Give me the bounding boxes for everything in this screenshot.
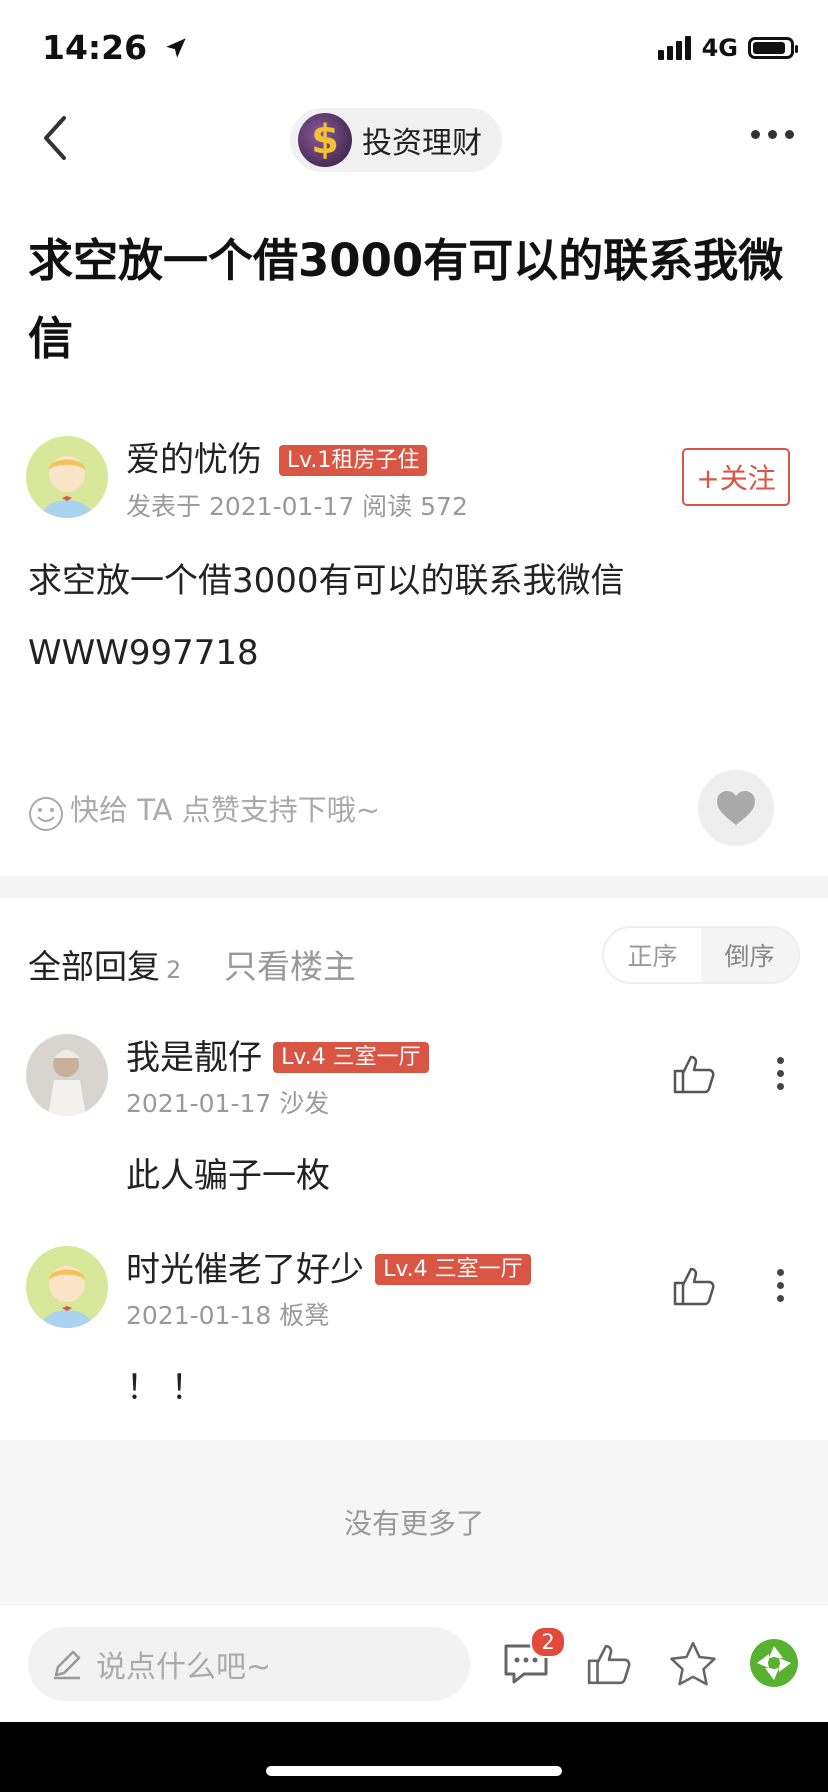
avatar-cartoon-icon xyxy=(26,436,108,518)
avatar-cartoon-icon xyxy=(26,1246,108,1328)
reply-avatar[interactable] xyxy=(26,1246,108,1328)
reply-level-badge: Lv.4 三室一厅 xyxy=(273,1042,429,1073)
reply-text: ！ ！ xyxy=(126,1368,205,1408)
share-moments-button[interactable] xyxy=(749,1638,799,1692)
reply-like-button[interactable] xyxy=(672,1053,716,1099)
sort-asc-button[interactable]: 正序 xyxy=(604,928,701,982)
more-dot-icon xyxy=(751,130,760,139)
wechat-moments-icon xyxy=(750,1639,798,1687)
reply-header: 时光催老了好少 Lv.4 三室一厅 xyxy=(126,1242,531,1291)
reply-text: 此人骗子一枚 xyxy=(126,1156,330,1196)
more-dot-icon xyxy=(777,1070,784,1077)
author-row: 爱的忧伤 Lv.1租房子住 xyxy=(126,432,428,481)
network-label: 4G xyxy=(701,34,738,62)
content-line: 求空放一个借3000有可以的联系我微信 xyxy=(28,561,625,601)
like-heart-button[interactable] xyxy=(698,770,774,846)
back-button[interactable] xyxy=(34,112,78,164)
more-dot-icon xyxy=(777,1057,784,1064)
chevron-left-icon xyxy=(44,116,66,160)
reply-author-name[interactable]: 时光催老了好少 xyxy=(126,1250,364,1290)
pencil-icon xyxy=(54,1650,81,1680)
reply-meta: 2021-01-17 沙发 xyxy=(126,1089,330,1118)
reply-author-name[interactable]: 我是靓仔 xyxy=(126,1038,262,1078)
comment-input-placeholder: 说点什么吧~ xyxy=(96,1650,272,1685)
author-avatar[interactable] xyxy=(26,436,108,518)
thumbs-up-icon xyxy=(587,1644,631,1685)
thumbs-up-icon xyxy=(673,1267,715,1306)
more-dot-icon xyxy=(777,1282,784,1289)
all-replies-tab[interactable]: 全部回复 2 xyxy=(28,940,181,988)
more-dot-icon xyxy=(777,1295,784,1302)
post-like-button[interactable] xyxy=(586,1642,632,1690)
comment-count-badge: 2 xyxy=(530,1626,566,1658)
home-indicator[interactable] xyxy=(266,1766,562,1776)
post-content: 求空放一个借3000有可以的联系我微信 WWW997718 xyxy=(28,545,625,689)
comment-input[interactable]: 说点什么吧~ xyxy=(28,1627,470,1701)
sort-toggle: 正序 倒序 xyxy=(602,926,800,984)
like-hint-text: 快给 TA 点赞支持下哦~ xyxy=(70,793,381,827)
reply-more-button[interactable] xyxy=(777,1057,784,1090)
status-indicators: 4G xyxy=(657,34,798,62)
reply-more-button[interactable] xyxy=(777,1269,784,1302)
sort-desc-button[interactable]: 倒序 xyxy=(701,928,798,982)
more-dot-icon xyxy=(785,130,794,139)
content-line: WWW997718 xyxy=(28,633,259,673)
forum-dollar-icon: $ xyxy=(298,113,352,167)
signal-icon xyxy=(657,36,691,60)
reply-header: 我是靓仔 Lv.4 三室一厅 xyxy=(126,1030,429,1079)
reply-count: 2 xyxy=(166,956,182,984)
more-dot-icon xyxy=(777,1083,784,1090)
forum-name: 投资理财 xyxy=(362,126,482,161)
all-replies-label: 全部回复 xyxy=(28,947,160,986)
follow-button[interactable]: +关注 xyxy=(682,448,790,506)
more-dot-icon xyxy=(777,1269,784,1276)
section-separator xyxy=(0,876,828,898)
reply-like-button[interactable] xyxy=(672,1265,716,1311)
forum-pill[interactable]: $ 投资理财 xyxy=(290,108,502,172)
no-more-footer: 没有更多了 xyxy=(0,1440,828,1603)
more-options-button[interactable] xyxy=(751,130,794,139)
thumbs-up-icon xyxy=(673,1055,715,1094)
reply-avatar[interactable] xyxy=(26,1034,108,1116)
favorite-button[interactable] xyxy=(668,1640,718,1692)
home-indicator-area xyxy=(0,1722,828,1792)
avatar-photo-icon xyxy=(26,1034,108,1116)
only-op-tab[interactable]: 只看楼主 xyxy=(224,940,356,988)
like-hint: 快给 TA 点赞支持下哦~ xyxy=(28,784,380,832)
star-icon xyxy=(670,1641,716,1686)
author-name[interactable]: 爱的忧伤 xyxy=(126,440,262,480)
reply-meta: 2021-01-18 板凳 xyxy=(126,1301,330,1330)
location-arrow-icon xyxy=(165,38,186,58)
status-time: 14:26 xyxy=(42,28,189,67)
post-meta: 发表于 2021-01-17 阅读 572 xyxy=(126,492,468,521)
heart-icon xyxy=(717,791,755,825)
battery-icon xyxy=(748,37,798,59)
post-title: 求空放一个借3000有可以的联系我微信 xyxy=(28,234,784,365)
reply-level-badge: Lv.4 三室一厅 xyxy=(375,1254,531,1285)
author-level-badge: Lv.1租房子住 xyxy=(278,445,428,476)
smiley-icon xyxy=(29,797,63,831)
more-dot-icon xyxy=(768,130,777,139)
